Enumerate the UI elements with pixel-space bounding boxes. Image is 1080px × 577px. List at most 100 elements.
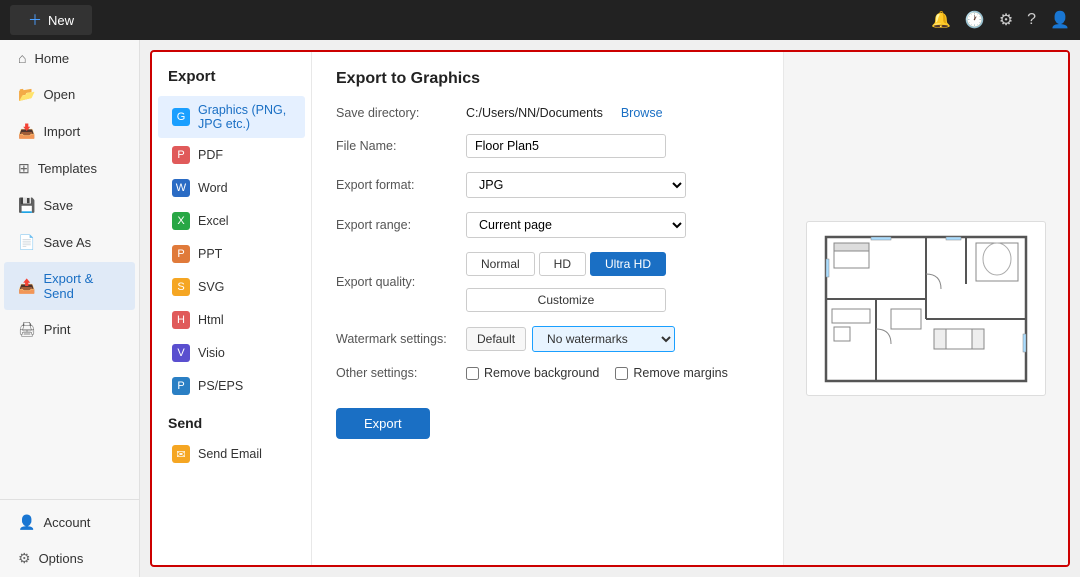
sidebar-item-label: Import xyxy=(43,124,80,139)
sidebar-item-export-send[interactable]: 📤 Export & Send xyxy=(4,262,135,310)
other-settings-checkboxes: Remove background Remove margins xyxy=(466,366,728,380)
top-bar: ＋ New 🔔 🕐 ⚙ ? 👤 xyxy=(0,0,1080,40)
import-icon: 📥 xyxy=(18,123,35,140)
quality-normal-btn[interactable]: Normal xyxy=(466,252,535,276)
save-directory-row: Save directory: C:/Users/NN/Documents Br… xyxy=(336,106,759,120)
sidebar-item-home[interactable]: ⌂ Home xyxy=(4,41,135,75)
export-nav-ppt[interactable]: P PPT xyxy=(158,238,305,270)
other-settings-row: Other settings: Remove background Remove… xyxy=(336,366,759,380)
remove-bg-input[interactable] xyxy=(466,367,479,380)
export-container: Export G Graphics (PNG, JPG etc.) P PDF … xyxy=(150,50,1070,567)
plus-icon: ＋ xyxy=(28,10,42,30)
clock-icon[interactable]: 🕐 xyxy=(965,10,985,30)
save-as-icon: 📄 xyxy=(18,234,35,251)
remove-margins-input[interactable] xyxy=(615,367,628,380)
sidebar-item-label: Home xyxy=(34,51,69,66)
export-range-label: Export range: xyxy=(336,218,456,232)
browse-button[interactable]: Browse xyxy=(621,106,663,120)
quality-hd-btn[interactable]: HD xyxy=(539,252,586,276)
remove-bg-checkbox[interactable]: Remove background xyxy=(466,366,599,380)
export-nav-label: Html xyxy=(198,313,224,327)
sidebar-item-print[interactable]: 🖨 Print xyxy=(4,312,135,347)
main-layout: ⌂ Home 📂 Open 📥 Import ⊞ Templates 💾 Sav… xyxy=(0,40,1080,577)
remove-bg-label: Remove background xyxy=(484,366,599,380)
export-icon: 📤 xyxy=(18,278,35,295)
watermark-row: Watermark settings: Default No watermark… xyxy=(336,326,759,352)
export-nav-visio[interactable]: V Visio xyxy=(158,337,305,369)
options-icon: ⚙ xyxy=(18,550,31,567)
export-nav-html[interactable]: H Html xyxy=(158,304,305,336)
templates-icon: ⊞ xyxy=(18,160,30,177)
visio-icon: V xyxy=(172,344,190,362)
top-bar-icons: 🔔 🕐 ⚙ ? 👤 xyxy=(931,10,1070,30)
new-label: New xyxy=(48,13,74,28)
file-name-row: File Name: xyxy=(336,134,759,158)
export-nav-label: PPT xyxy=(198,247,222,261)
ppt-icon: P xyxy=(172,245,190,263)
save-icon: 💾 xyxy=(18,197,35,214)
user-icon[interactable]: 👤 xyxy=(1050,10,1070,30)
watermark-controls: Default No watermarks Custom watermark xyxy=(466,326,675,352)
quality-buttons: Normal HD Ultra HD xyxy=(466,252,666,276)
export-nav-label: Word xyxy=(198,181,228,195)
sidebar-item-open[interactable]: 📂 Open xyxy=(4,77,135,112)
export-nav-pdf[interactable]: P PDF xyxy=(158,139,305,171)
sidebar-item-save-as[interactable]: 📄 Save As xyxy=(4,225,135,260)
file-name-label: File Name: xyxy=(336,139,456,153)
export-nav-graphics[interactable]: G Graphics (PNG, JPG etc.) xyxy=(158,96,305,138)
sidebar-item-label: Account xyxy=(43,515,90,530)
sidebar-item-label: Save As xyxy=(43,235,91,250)
export-nav-svg[interactable]: S SVG xyxy=(158,271,305,303)
account-icon: 👤 xyxy=(18,514,35,531)
remove-margins-label: Remove margins xyxy=(633,366,727,380)
sidebar-item-options[interactable]: ⚙ Options xyxy=(4,541,135,576)
sidebar-item-account[interactable]: 👤 Account xyxy=(4,505,135,540)
sidebar-item-import[interactable]: 📥 Import xyxy=(4,114,135,149)
export-nav: Export G Graphics (PNG, JPG etc.) P PDF … xyxy=(152,52,312,565)
export-quality-label: Export quality: xyxy=(336,275,456,289)
preview-box xyxy=(806,221,1046,396)
customize-btn[interactable]: Customize xyxy=(466,288,666,312)
word-icon: W xyxy=(172,179,190,197)
send-section-title: Send xyxy=(152,403,311,437)
pseps-icon: P xyxy=(172,377,190,395)
export-nav-label: Excel xyxy=(198,214,229,228)
export-range-select[interactable]: Current page All pages Selected pages xyxy=(466,212,686,238)
export-nav-title: Export xyxy=(152,62,311,95)
sidebar-item-save[interactable]: 💾 Save xyxy=(4,188,135,223)
export-nav-send-email[interactable]: ✉ Send Email xyxy=(158,438,305,470)
export-format-select[interactable]: JPG PNG BMP GIF TIFF xyxy=(466,172,686,198)
sidebar: ⌂ Home 📂 Open 📥 Import ⊞ Templates 💾 Sav… xyxy=(0,40,140,577)
excel-icon: X xyxy=(172,212,190,230)
home-icon: ⌂ xyxy=(18,50,26,66)
new-button[interactable]: ＋ New xyxy=(10,5,92,35)
help-icon[interactable]: ? xyxy=(1027,11,1036,29)
file-name-input[interactable] xyxy=(466,134,666,158)
sidebar-item-label: Print xyxy=(44,322,71,337)
graphics-icon: G xyxy=(172,108,190,126)
watermark-label: Watermark settings: xyxy=(336,332,456,346)
export-nav-pseps[interactable]: P PS/EPS xyxy=(158,370,305,402)
html-icon: H xyxy=(172,311,190,329)
export-title: Export to Graphics xyxy=(336,70,759,88)
sidebar-item-label: Options xyxy=(39,551,84,566)
save-directory-value: C:/Users/NN/Documents xyxy=(466,106,603,120)
sidebar-item-templates[interactable]: ⊞ Templates xyxy=(4,151,135,186)
export-button[interactable]: Export xyxy=(336,408,430,439)
export-main: Export to Graphics Save directory: C:/Us… xyxy=(312,52,783,565)
export-nav-label: SVG xyxy=(198,280,224,294)
bell-icon[interactable]: 🔔 xyxy=(931,10,951,30)
quality-ultrahd-btn[interactable]: Ultra HD xyxy=(590,252,666,276)
export-nav-word[interactable]: W Word xyxy=(158,172,305,204)
export-nav-label: PS/EPS xyxy=(198,379,243,393)
remove-margins-checkbox[interactable]: Remove margins xyxy=(615,366,727,380)
export-nav-excel[interactable]: X Excel xyxy=(158,205,305,237)
settings-icon[interactable]: ⚙ xyxy=(999,10,1013,30)
export-format-label: Export format: xyxy=(336,178,456,192)
print-icon: 🖨 xyxy=(18,321,36,338)
floor-plan-preview xyxy=(816,229,1036,389)
export-range-row: Export range: Current page All pages Sel… xyxy=(336,212,759,238)
sidebar-bottom: 👤 Account ⚙ Options xyxy=(0,499,139,577)
watermark-select[interactable]: No watermarks Custom watermark xyxy=(532,326,675,352)
sidebar-item-label: Save xyxy=(43,198,73,213)
